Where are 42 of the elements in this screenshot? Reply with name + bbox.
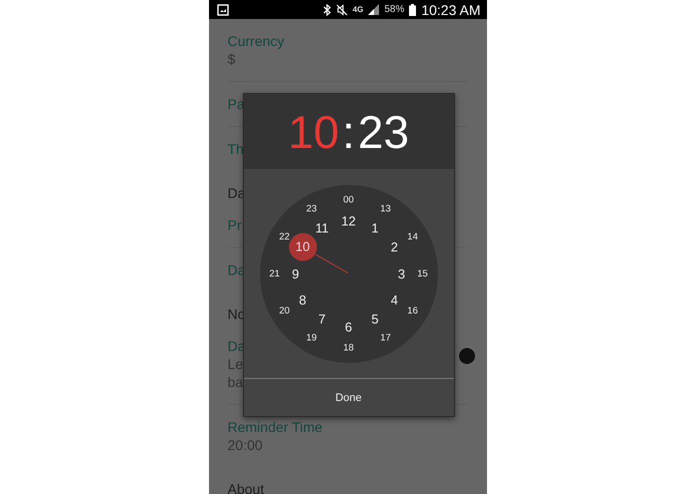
hour-option[interactable]: 2 (390, 240, 398, 254)
hour-option[interactable]: 5 (371, 312, 379, 326)
hour-option[interactable]: 6 (344, 320, 352, 333)
preference-title: Reminder Time (228, 418, 322, 436)
time-separator: : (341, 108, 356, 154)
battery-level: 58% (384, 4, 404, 15)
hour-option[interactable]: 3 (398, 267, 406, 280)
hour-option[interactable]: 19 (306, 332, 317, 342)
done-button[interactable]: Done (244, 379, 454, 416)
bluetooth-icon (322, 4, 331, 16)
preference-title: Pr (228, 216, 242, 234)
minute-display[interactable]: 23 (358, 108, 410, 154)
network-label: 4G (352, 5, 364, 14)
preference-summary: $ (228, 50, 236, 68)
hour-option[interactable]: 20 (279, 306, 290, 316)
clock-hand (314, 254, 348, 274)
hour-option[interactable]: 8 (298, 294, 306, 306)
hour-option[interactable]: 1 (371, 221, 379, 234)
hour-option[interactable]: 17 (380, 332, 391, 342)
status-time: 10:23 AM (421, 2, 480, 18)
mute-icon (336, 4, 348, 16)
category-header: About (228, 480, 264, 494)
hour-option[interactable]: 14 (407, 232, 418, 242)
hour-option[interactable]: 7 (318, 312, 326, 326)
hour-option[interactable]: 4 (390, 294, 398, 306)
hour-option[interactable]: 00 (343, 194, 354, 204)
signal-icon (368, 4, 380, 15)
gallery-icon (216, 4, 228, 16)
hour-option[interactable]: 23 (306, 204, 317, 214)
hour-option[interactable]: 21 (269, 268, 280, 278)
hour-option[interactable]: 11 (315, 221, 329, 234)
preference-title: Currency (228, 32, 284, 50)
hour-option[interactable]: 15 (417, 268, 428, 278)
hour-option[interactable]: 9 (292, 267, 300, 280)
switch-thumb[interactable] (458, 348, 474, 364)
hour-option[interactable]: 12 (341, 214, 356, 227)
hour-option[interactable]: 10 (288, 233, 317, 261)
hour-option[interactable]: 16 (407, 306, 418, 316)
hour-option[interactable]: 18 (343, 342, 354, 352)
hour-option[interactable]: 22 (279, 232, 290, 242)
battery-icon (409, 4, 416, 16)
hour-option[interactable]: 13 (380, 204, 391, 214)
